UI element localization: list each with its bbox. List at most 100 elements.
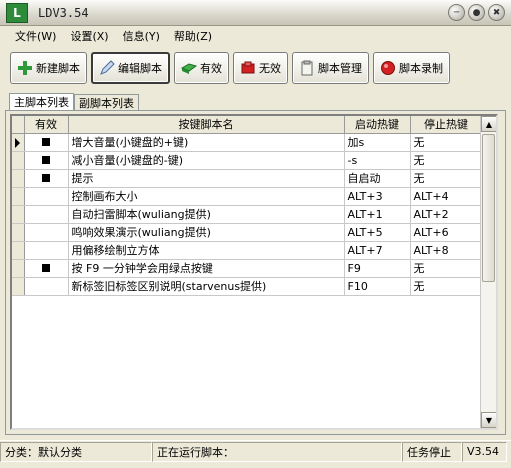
script-name-cell[interactable]: 新标签旧标签区别说明(starvenus提供): [68, 277, 345, 296]
stop-hotkey-cell[interactable]: 无: [410, 277, 483, 296]
disable-button[interactable]: 无效: [233, 52, 288, 84]
scroll-up-button[interactable]: ▲: [481, 116, 496, 132]
row-indicator[interactable]: [12, 223, 25, 242]
table-row[interactable]: 用偏移绘制立方体 ALT+7 ALT+8: [12, 241, 483, 260]
stop-hotkey-cell[interactable]: ALT+4: [410, 187, 483, 206]
enabled-cell[interactable]: [24, 205, 69, 224]
enabled-cell[interactable]: [24, 277, 69, 296]
stop-hotkey-cell[interactable]: 无: [410, 169, 483, 188]
vertical-scrollbar[interactable]: ▲ ▼: [480, 116, 496, 428]
empty-cell: [68, 295, 345, 314]
table-row[interactable]: 鸣响效果演示(wuliang提供) ALT+5 ALT+6: [12, 223, 483, 242]
script-name-cell[interactable]: 控制画布大小: [68, 187, 345, 206]
plus-icon: [18, 61, 32, 75]
minimize-button[interactable]: ─: [448, 4, 465, 21]
tab-sub-scripts[interactable]: 副脚本列表: [74, 94, 139, 110]
enabled-cell[interactable]: [24, 241, 69, 260]
enabled-cell[interactable]: [24, 133, 69, 152]
row-indicator[interactable]: [12, 187, 25, 206]
empty-cell: [12, 385, 25, 404]
table-row[interactable]: 控制画布大小 ALT+3 ALT+4: [12, 187, 483, 206]
disable-label: 无效: [259, 62, 281, 75]
table-row[interactable]: 增大音量(小键盘的+键) 加s 无: [12, 133, 483, 152]
close-button[interactable]: ✖: [488, 4, 505, 21]
title-bar[interactable]: L LDV3.54 ─ ● ✖: [0, 0, 511, 26]
empty-cell: [410, 331, 483, 350]
empty-cell: [12, 295, 25, 314]
status-category: 分类：默认分类: [0, 441, 152, 462]
start-hotkey-cell[interactable]: ALT+3: [344, 187, 411, 206]
script-record-button[interactable]: 脚本录制: [373, 52, 450, 84]
script-name-cell[interactable]: 提示: [68, 169, 345, 188]
script-name-cell[interactable]: 减小音量(小键盘的-键): [68, 151, 345, 170]
col-header-start-hotkey[interactable]: 启动热键: [344, 116, 411, 134]
scroll-down-button[interactable]: ▼: [481, 412, 496, 428]
start-hotkey-cell[interactable]: F9: [344, 259, 411, 278]
table-row[interactable]: 新标签旧标签区别说明(starvenus提供) F10 无: [12, 277, 483, 296]
start-hotkey-cell[interactable]: -s: [344, 151, 411, 170]
restore-button[interactable]: ●: [468, 4, 485, 21]
empty-row: [12, 385, 483, 404]
col-header-name[interactable]: 按键脚本名: [68, 116, 345, 134]
stop-hotkey-cell[interactable]: 无: [410, 133, 483, 152]
table-row[interactable]: 提示 自启动无: [12, 169, 483, 188]
row-indicator[interactable]: [12, 169, 25, 188]
script-name-cell[interactable]: 增大音量(小键盘的+键): [68, 133, 345, 152]
enabled-cell[interactable]: [24, 187, 69, 206]
pencil-icon: [100, 60, 115, 75]
script-manage-button[interactable]: 脚本管理: [292, 52, 369, 84]
edit-script-button[interactable]: 编辑脚本: [91, 52, 170, 84]
row-indicator[interactable]: [12, 151, 25, 170]
stop-hotkey-cell[interactable]: ALT+2: [410, 205, 483, 224]
menu-help[interactable]: 帮助(Z): [167, 28, 219, 44]
menu-file[interactable]: 文件(W): [8, 28, 63, 44]
scroll-thumb[interactable]: [482, 134, 495, 282]
tab-main-scripts[interactable]: 主脚本列表: [9, 93, 74, 110]
row-indicator[interactable]: [12, 205, 25, 224]
enabled-cell[interactable]: [24, 223, 69, 242]
script-name-cell[interactable]: 用偏移绘制立方体: [68, 241, 345, 260]
table-row[interactable]: 自动扫雷脚本(wuliang提供) ALT+1 ALT+2: [12, 205, 483, 224]
menu-info[interactable]: 信息(Y): [116, 28, 167, 44]
clipboard-icon: [301, 60, 313, 76]
current-row-arrow-icon: [15, 137, 21, 148]
script-record-label: 脚本录制: [399, 62, 443, 75]
table-row[interactable]: 减小音量(小键盘的-键) -s 无: [12, 151, 483, 170]
row-indicator[interactable]: [12, 259, 25, 278]
empty-row: [12, 313, 483, 332]
script-table: 有效 按键脚本名 启动热键 停止热键 增大音量(小键盘的+键) 加s 无减小音量(小…: [12, 116, 483, 404]
start-hotkey-cell[interactable]: ALT+7: [344, 241, 411, 260]
menu-settings[interactable]: 设置(X): [63, 28, 115, 44]
enabled-cell[interactable]: [24, 259, 69, 278]
stop-hotkey-cell[interactable]: ALT+6: [410, 223, 483, 242]
script-name-cell[interactable]: 按 F9 一分钟学会用绿点按键: [68, 259, 345, 278]
script-name-cell[interactable]: 鸣响效果演示(wuliang提供): [68, 223, 345, 242]
start-hotkey-cell[interactable]: ALT+1: [344, 205, 411, 224]
enabled-cell[interactable]: [24, 169, 69, 188]
empty-cell: [24, 313, 69, 332]
script-name-cell[interactable]: 自动扫雷脚本(wuliang提供): [68, 205, 345, 224]
start-hotkey-cell[interactable]: 自启动: [344, 169, 411, 188]
stop-hotkey-cell[interactable]: 无: [410, 259, 483, 278]
col-header-enabled[interactable]: 有效: [24, 116, 69, 134]
new-script-button[interactable]: 新建脚本: [10, 52, 87, 84]
start-hotkey-cell[interactable]: F10: [344, 277, 411, 296]
row-indicator[interactable]: [12, 277, 25, 296]
empty-cell: [68, 331, 345, 350]
col-header-stop-hotkey[interactable]: 停止热键: [410, 116, 483, 134]
empty-row: [12, 295, 483, 314]
start-hotkey-cell[interactable]: 加s: [344, 133, 411, 152]
empty-cell: [12, 313, 25, 332]
empty-cell: [410, 367, 483, 386]
stop-hotkey-cell[interactable]: 无: [410, 151, 483, 170]
script-grid[interactable]: 有效 按键脚本名 启动热键 停止热键 增大音量(小键盘的+键) 加s 无减小音量(小…: [10, 114, 498, 430]
enable-button[interactable]: 有效: [174, 52, 229, 84]
row-indicator[interactable]: [12, 241, 25, 260]
window-title: LDV3.54: [38, 5, 89, 20]
table-row[interactable]: 按 F9 一分钟学会用绿点按键 F9 无: [12, 259, 483, 278]
start-hotkey-cell[interactable]: ALT+5: [344, 223, 411, 242]
stop-hotkey-cell[interactable]: ALT+8: [410, 241, 483, 260]
row-indicator[interactable]: [12, 133, 25, 152]
enabled-marker-icon: [42, 137, 50, 146]
enabled-cell[interactable]: [24, 151, 69, 170]
